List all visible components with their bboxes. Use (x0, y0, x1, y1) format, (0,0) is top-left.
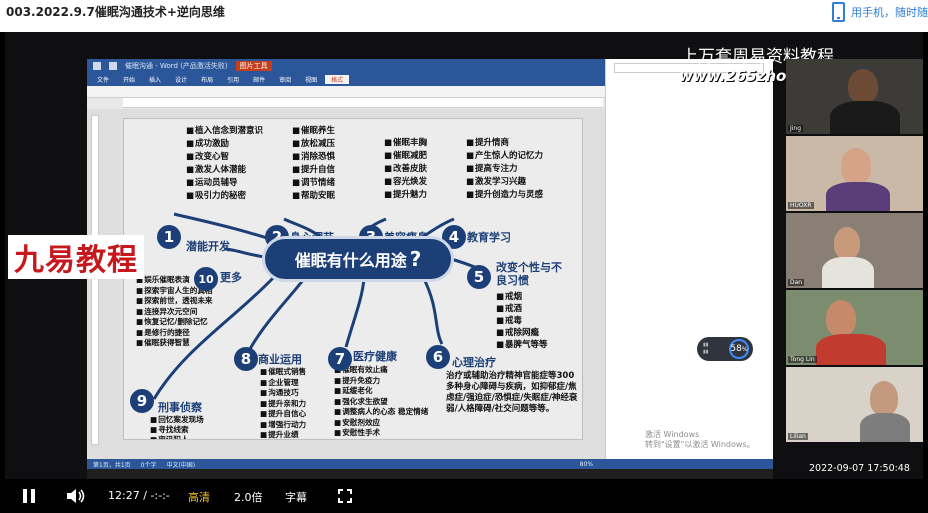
usage-value: 58 (730, 344, 742, 354)
subtitle-button[interactable]: 字幕 (285, 489, 307, 505)
activate-subtitle: 转到"设置"以激活 Windows。 (645, 440, 755, 449)
participant-tile[interactable]: Tong Lin (786, 290, 923, 365)
activate-title: 激活 Windows (645, 430, 700, 439)
category-label-6: 心理治疗 (452, 356, 496, 369)
category-number-10: 10 (194, 267, 218, 291)
participant-name: HUOXR (788, 202, 814, 209)
speed-mini-graph: ▮▮ ▮▮ (703, 342, 709, 355)
page-header: 003.2022.9.7催眠沟通技术+逆向思维 用手机，随时随 (0, 0, 928, 32)
participant-name: Tong Lin (788, 356, 817, 363)
tab-view: 视图 (305, 77, 318, 84)
status-language: 中文(中国) (166, 461, 196, 469)
mindmap-image: 植入信念到潜意识 成功激励 改变心智 激发人体潜能 运动员辅导 吸引力的秘密 1… (123, 118, 583, 440)
tab-mailings: 邮件 (253, 77, 266, 84)
participant-tile[interactable]: Jing (786, 59, 923, 134)
category-label-9: 刑事侦察 (158, 401, 202, 414)
participant-body (860, 413, 910, 442)
page-title: 003.2022.9.7催眠沟通技术+逆向思维 (6, 5, 225, 19)
participant-name: Jing (788, 125, 804, 132)
participant-tile[interactable]: Lilian (786, 367, 923, 442)
tab-home: 开始 (123, 77, 136, 84)
word-window-title: 催眠沟通 - Word (产品激活失败) (125, 62, 228, 70)
status-words: 0个字 (140, 461, 157, 469)
question-mark: ? (409, 247, 422, 271)
tab-review: 审阅 (279, 77, 292, 84)
network-speed-badge: ▮▮ ▮▮ 58% (697, 337, 753, 361)
windows-taskbar (87, 469, 773, 479)
participant-head (841, 148, 871, 184)
usage-unit: % (741, 345, 748, 353)
phone-icon (832, 2, 845, 22)
video-player[interactable]: 催眠沟通 - Word (产品激活失败) 图片工具 文件 开始 插入 设计 布局… (0, 32, 928, 513)
participant-head (826, 300, 856, 336)
participant-name: Lilian (788, 433, 808, 440)
horizontal-ruler (123, 98, 603, 108)
tab-references: 引用 (227, 77, 240, 84)
status-page: 第1页，共1页 (93, 461, 131, 469)
playback-time: 12:27 / -:-:- (108, 489, 170, 502)
fullscreen-icon[interactable] (338, 489, 352, 503)
time-separator: / (143, 489, 147, 502)
participant-head (848, 69, 878, 103)
category-label-4: 教育学习 (467, 231, 511, 244)
mindmap-center-title: 催眠有什么用途 (294, 251, 407, 270)
category-label-7: 医疗健康 (353, 350, 397, 363)
save-icon (93, 62, 101, 70)
participant-head (870, 381, 898, 415)
tab-layout: 布局 (201, 77, 214, 84)
recording-datetime: 2022-09-07 17:50:48 (809, 463, 910, 474)
volume-icon[interactable] (66, 488, 86, 504)
vertical-ruler (91, 115, 99, 445)
total-time: -:-:- (150, 489, 170, 502)
mobile-watch-link[interactable]: 用手机，随时随 (832, 2, 928, 22)
participant-tile[interactable]: Dan (786, 213, 923, 288)
tab-design: 设计 (175, 77, 188, 84)
category-number-5: 5 (467, 265, 491, 289)
undo-icon (109, 62, 117, 70)
participant-body (822, 257, 874, 288)
tab-insert: 插入 (149, 77, 162, 84)
participant-body (816, 334, 886, 365)
tab-file: 文件 (97, 77, 110, 84)
participant-tile[interactable]: HUOXR (786, 136, 923, 211)
speed-button[interactable]: 2.0倍 (234, 489, 263, 505)
current-time: 12:27 (108, 489, 140, 502)
mobile-link-text: 用手机，随时随 (851, 6, 928, 19)
activate-windows-watermark: 激活 Windows 转到"设置"以激活 Windows。 (645, 430, 755, 450)
participant-head (834, 227, 860, 259)
category-label-10: 更多 (220, 271, 242, 284)
category-number-1: 1 (157, 225, 181, 249)
category-label-5: 改变个性与不良习惯 (496, 261, 562, 287)
player-controls: 12:27 / -:-:- 高清 2.0倍 字幕 (0, 479, 928, 513)
participant-name: Dan (788, 279, 805, 286)
status-zoom: 80% (579, 460, 593, 468)
participant-body (826, 182, 890, 211)
quality-button[interactable]: 高清 (188, 489, 210, 505)
category-number-8: 8 (234, 347, 258, 371)
participant-body (830, 101, 900, 134)
category-number-9: 9 (130, 389, 154, 413)
jiuyi-watermark: 九易教程 (8, 235, 144, 279)
tab-format: 格式 (325, 75, 350, 84)
participant-gallery: Jing HUOXR Dan Tong Lin Lilian (786, 59, 923, 471)
picture-tools-tab: 图片工具 (235, 61, 272, 71)
category-number-7: 7 (328, 347, 352, 371)
category-label-8: 商业运用 (258, 353, 302, 366)
side-pane (605, 59, 773, 459)
category-label-1: 潜能开发 (186, 240, 230, 253)
word-statusbar: 第1页，共1页 0个字 中文(中国) 80% (87, 459, 773, 469)
usage-circle: 58% (729, 339, 749, 359)
category-number-6: 6 (426, 345, 450, 369)
mindmap-center: 催眠有什么用途 ? (265, 239, 451, 279)
pause-icon[interactable] (23, 489, 35, 503)
